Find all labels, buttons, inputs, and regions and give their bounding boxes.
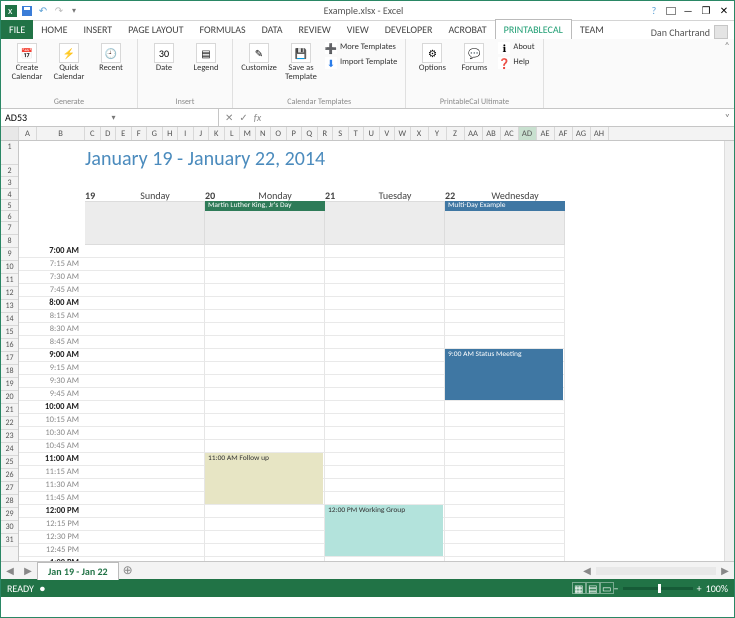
customize-button[interactable]: ✎Customize <box>239 41 279 75</box>
about-button[interactable]: ℹAbout <box>496 41 536 55</box>
macro-record-icon[interactable]: ⏺ <box>40 582 45 595</box>
sheet-nav-prev[interactable]: ◀ <box>1 564 19 577</box>
vertical-scrollbar[interactable] <box>724 141 734 561</box>
more-templates-button[interactable]: ➕More Templates <box>323 41 399 55</box>
redo-icon[interactable]: ↷ <box>53 5 65 17</box>
tab-view[interactable]: VIEW <box>339 20 377 39</box>
ribbon: 📅Create Calendar ⚡Quick Calendar 🕘Recent… <box>1 39 734 109</box>
close-icon[interactable]: ✕ <box>718 5 730 17</box>
undo-icon[interactable]: ↶ <box>37 5 49 17</box>
tab-formulas[interactable]: FORMULAS <box>191 20 253 39</box>
zoom-in-button[interactable]: + <box>697 582 702 595</box>
recent-button[interactable]: 🕘Recent <box>91 41 131 75</box>
tab-printablecal[interactable]: PRINTABLECAL <box>495 19 572 39</box>
hscroll-left[interactable]: ◀ <box>578 564 596 577</box>
day-header: 21Tuesday <box>325 189 445 201</box>
zoom-out-button[interactable]: − <box>614 582 619 595</box>
fx-icon[interactable]: fx <box>254 111 261 124</box>
tab-file[interactable]: FILE <box>1 20 33 39</box>
tab-acrobat[interactable]: ACROBAT <box>440 20 494 39</box>
group-generate: Generate <box>7 97 131 108</box>
calendar-event[interactable]: 9:00 AM Status Meeting <box>445 349 563 400</box>
group-insert: Insert <box>144 97 226 108</box>
worksheet-grid[interactable]: January 19 - January 22, 2014 19Sunday20… <box>19 141 734 561</box>
help-button[interactable]: ❓Help <box>496 56 536 70</box>
horizontal-scrollbar[interactable] <box>596 567 716 575</box>
calendar-event[interactable]: 12:00 PM Working Group <box>325 505 443 556</box>
day-header: 22Wednesday <box>445 189 565 201</box>
enter-formula-icon: ✓ <box>239 111 247 124</box>
options-button[interactable]: ⚙Options <box>412 41 452 75</box>
ribbon-display-icon[interactable] <box>666 7 676 15</box>
row-headers[interactable]: 1234567891011121314151617181920212223242… <box>1 141 19 561</box>
cancel-formula-icon: ✕ <box>225 111 233 124</box>
name-box[interactable]: AD53▾ <box>1 109 219 126</box>
status-text: READY <box>7 582 34 595</box>
tab-insert[interactable]: INSERT <box>76 20 121 39</box>
tab-home[interactable]: HOME <box>33 20 75 39</box>
ribbon-tabs: FILE HOME INSERT PAGE LAYOUT FORMULAS DA… <box>1 21 734 39</box>
insert-legend-button[interactable]: ▤Legend <box>186 41 226 75</box>
app-icon: x <box>5 5 17 17</box>
zoom-level[interactable]: 100% <box>706 582 728 595</box>
insert-date-button[interactable]: 30Date <box>144 41 184 75</box>
restore-icon[interactable]: ❐ <box>700 5 712 17</box>
quick-calendar-button[interactable]: ⚡Quick Calendar <box>49 41 89 85</box>
forums-button[interactable]: 💬Forums <box>454 41 494 75</box>
ribbon-help-icon[interactable]: ? <box>648 5 660 17</box>
calendar-title: January 19 - January 22, 2014 <box>85 147 325 171</box>
tab-developer[interactable]: DEVELOPER <box>377 20 441 39</box>
sheet-tab-active[interactable]: Jan 19 - Jan 22 <box>37 562 119 580</box>
column-headers[interactable]: ABCDEFGHIJKLMNOPQRSTUVWXYZAAABACADAEAFAG… <box>1 127 734 141</box>
create-calendar-button[interactable]: 📅Create Calendar <box>7 41 47 85</box>
group-templates: Calendar Templates <box>239 97 399 108</box>
tab-team[interactable]: TEAM <box>572 20 612 39</box>
svg-text:x: x <box>8 5 13 17</box>
save-template-button[interactable]: 💾Save as Template <box>281 41 321 85</box>
allday-event[interactable]: Multi-Day Example <box>445 201 565 211</box>
user-name[interactable]: Dan Chartrand <box>651 26 710 39</box>
user-avatar[interactable] <box>714 25 728 39</box>
calendar-event[interactable]: 11:00 AM Follow up <box>205 453 323 504</box>
new-sheet-button[interactable]: ⊕ <box>119 563 137 578</box>
hscroll-right[interactable]: ▶ <box>716 564 734 577</box>
view-pagebreak-icon[interactable]: ▭ <box>600 582 614 594</box>
view-normal-icon[interactable]: ▦ <box>572 582 586 594</box>
qat-customize-icon[interactable]: ▾ <box>69 6 79 16</box>
day-header: 20Monday <box>205 189 325 201</box>
expand-formula-icon[interactable]: ˅ <box>721 111 734 124</box>
sheet-nav-next[interactable]: ▶ <box>19 564 37 577</box>
view-pagelayout-icon[interactable]: ▤ <box>586 582 600 594</box>
tab-pagelayout[interactable]: PAGE LAYOUT <box>120 20 191 39</box>
zoom-slider[interactable] <box>623 587 693 590</box>
save-icon[interactable] <box>21 5 33 17</box>
minimize-icon[interactable]: — <box>682 5 694 17</box>
collapse-ribbon-icon[interactable]: ˄ <box>720 39 734 108</box>
tab-review[interactable]: REVIEW <box>290 20 338 39</box>
window-title: Example.xlsx - Excel <box>79 4 648 17</box>
day-header: 19Sunday <box>85 189 205 201</box>
tab-data[interactable]: DATA <box>254 20 291 39</box>
import-template-button[interactable]: ⬇Import Template <box>323 56 399 70</box>
group-ultimate: PrintableCal Ultimate <box>412 97 536 108</box>
allday-event[interactable]: Martin Luther King, Jr's Day <box>205 201 325 211</box>
